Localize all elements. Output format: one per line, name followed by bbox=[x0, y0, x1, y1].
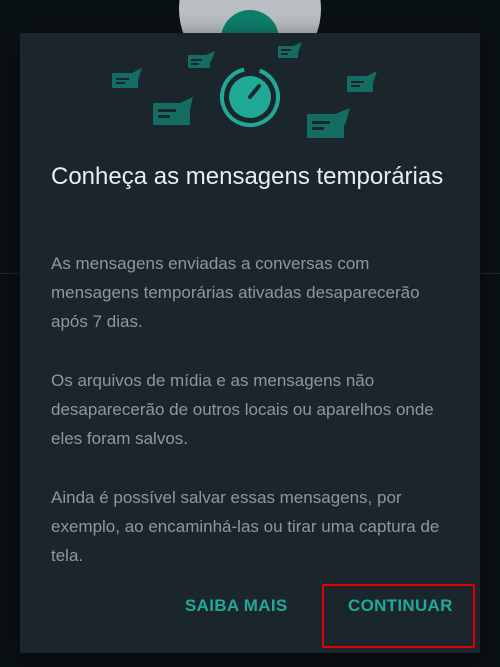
disappearing-messages-illustration bbox=[112, 42, 377, 138]
disappearing-messages-dialog: Conheça as mensagens temporárias As mens… bbox=[20, 33, 480, 653]
dialog-title: Conheça as mensagens temporárias bbox=[51, 163, 444, 190]
continue-button[interactable]: CONTINUAR bbox=[348, 596, 453, 616]
dialog-paragraph: Os arquivos de mídia e as mensagens não … bbox=[51, 371, 434, 448]
dialog-paragraph: As mensagens enviadas a conversas com me… bbox=[51, 254, 420, 331]
timer-icon bbox=[220, 67, 280, 127]
learn-more-button[interactable]: SAIBA MAIS bbox=[185, 596, 288, 616]
dialog-paragraph: Ainda é possível salvar essas mensagens,… bbox=[51, 488, 440, 565]
